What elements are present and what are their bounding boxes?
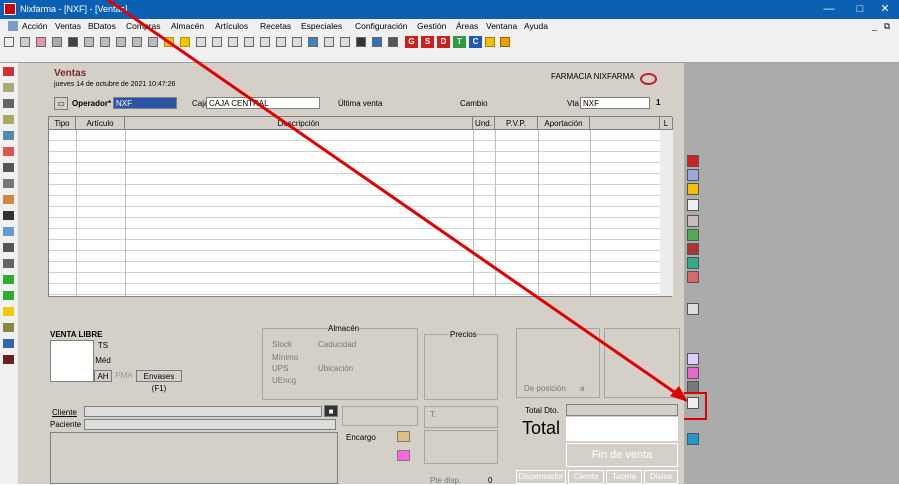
annotation-arrow bbox=[107, 0, 688, 402]
app-window: Nixfarma - [NXF] - [Ventas] — □ ✕ Acción… bbox=[0, 0, 899, 485]
